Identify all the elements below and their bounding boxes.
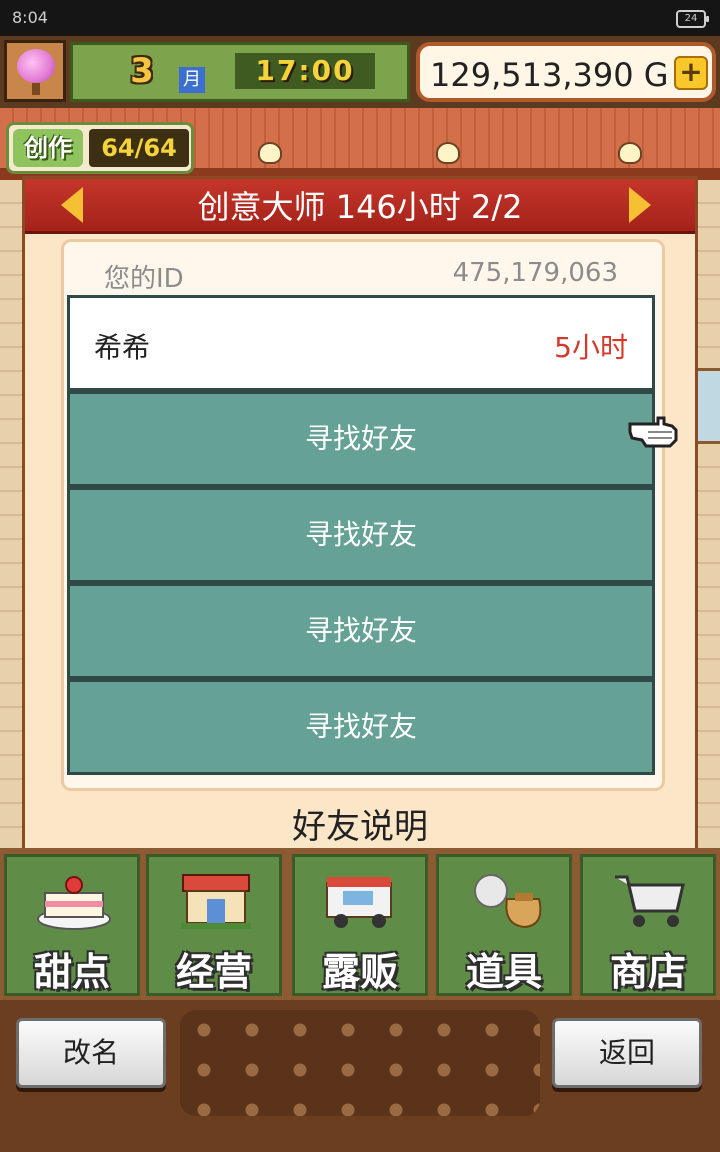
friend-name: 希希	[94, 331, 151, 364]
avatar[interactable]	[4, 40, 66, 102]
left-wall	[0, 180, 24, 840]
friend-time: 5小时	[554, 331, 628, 364]
gold-unit: G	[643, 56, 669, 94]
cake-icon	[37, 876, 111, 930]
friend-row[interactable]: 希希 5小时	[70, 298, 652, 388]
gold-box: 129,513,390 G +	[416, 42, 716, 102]
item-bag-icon	[474, 874, 542, 929]
battery-icon: 24	[676, 10, 709, 28]
find-friend-button[interactable]: 寻找好友	[70, 394, 652, 484]
gold-value: 129,513,390	[430, 56, 634, 94]
menu-button-stall[interactable]: 露贩	[292, 854, 428, 996]
next-arrow-icon[interactable]	[629, 187, 651, 223]
add-gold-button[interactable]: +	[674, 56, 708, 90]
cart-icon	[615, 875, 685, 927]
status-time: 8:04	[12, 8, 48, 27]
find-friend-button[interactable]: 寻找好友	[70, 490, 652, 580]
menu-label-stall: 露贩	[321, 950, 398, 994]
game-clock: 17:00	[235, 53, 375, 89]
month-label: 月	[179, 67, 205, 93]
find-friend-button[interactable]: 寻找好友	[70, 682, 652, 772]
create-label: 创作	[13, 129, 83, 167]
tree-icon	[17, 49, 55, 83]
bottom-bar: 改名 返回	[0, 1000, 720, 1152]
menu-label-manage: 经营	[175, 950, 252, 994]
id-label: 您的ID	[104, 264, 184, 294]
friend-explanation-button[interactable]: 好友说明	[25, 799, 695, 847]
menu-button-manage[interactable]: 经营	[146, 854, 282, 996]
menu-button-dessert[interactable]: 甜点	[4, 854, 140, 996]
floor-pattern	[180, 1010, 540, 1116]
friends-dialog: 创意大师 146小时 2/2 您的ID 475,179,063 希希 5小时 寻…	[22, 176, 698, 852]
create-badge[interactable]: 创作 64/64	[6, 122, 194, 174]
menu-label-items: 道具	[465, 950, 542, 994]
right-wall	[696, 180, 720, 840]
gold-amount: 129,513,390 G	[430, 56, 669, 94]
menu-button-store[interactable]: 商店	[580, 854, 716, 996]
food-truck-icon	[326, 877, 392, 928]
tree-trunk	[32, 83, 40, 95]
status-bar: 8:04 24	[0, 0, 720, 36]
create-count: 64/64	[89, 129, 189, 167]
menu-label-dessert: 甜点	[33, 950, 110, 994]
menu-label-store: 商店	[609, 950, 686, 994]
bottom-menu: 甜点 经营 露贩 道具 商店	[0, 848, 720, 1000]
friend-list: 希希 5小时 寻找好友 寻找好友 寻找好友 寻找好友	[67, 295, 655, 775]
shop-icon	[181, 874, 251, 929]
dialog-title: 创意大师 146小时 2/2	[197, 188, 523, 226]
lamp-icon	[436, 142, 460, 164]
find-friend-button[interactable]: 寻找好友	[70, 586, 652, 676]
hand-pointer-icon	[628, 416, 678, 448]
dialog-header: 创意大师 146小时 2/2	[25, 179, 695, 234]
id-value: 475,179,063	[452, 258, 618, 288]
menu-button-items[interactable]: 道具	[436, 854, 572, 996]
lamp-icon	[618, 142, 642, 164]
rename-button[interactable]: 改名	[16, 1018, 166, 1088]
top-hud: 3 月 17:00 129,513,390 G +	[0, 36, 720, 108]
prev-arrow-icon[interactable]	[61, 187, 83, 223]
lamp-icon	[258, 142, 282, 164]
date-box: 3 月 17:00	[70, 42, 410, 102]
month-number: 3	[130, 51, 154, 91]
back-button[interactable]: 返回	[552, 1018, 702, 1088]
